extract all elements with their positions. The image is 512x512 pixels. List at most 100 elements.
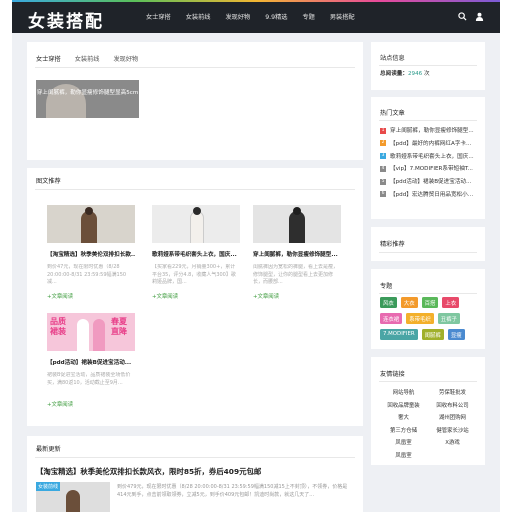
post-title[interactable]: 【pdd活动】裙装B促进宝活动... [47,358,135,366]
rank-badge: 4 [380,165,386,172]
read-more-link[interactable]: +文章阅读 [47,292,135,300]
rank-badge: 1 [380,127,386,134]
hot-articles-card: 热门文章 1 穿上闺腻裤，勒你显瘦修饰腿型... 2 【pdd】最好的内裤网红A字卡… [371,97,485,219]
rank-badge: 6 [380,191,386,198]
friend-link[interactable]: 劳保鞋批发 [428,388,477,396]
topic-tags: 风衣 大衣 百搭 上衣 连衣裙 系带毛织 丑裤子 7.MODIFIER 闺腻裤 … [380,297,479,345]
rank-badge: 5 [380,178,386,185]
post-card[interactable]: 【淘宝精选】秋季美伦双排扣长款... 到价47元，现在限时优惠（8/28 20:… [47,205,135,300]
topic-tag[interactable]: 7.MODIFIER [380,329,418,340]
post-excerpt: 【买家看229元，月销量300+，累计平台35，评分4.8，收藏人气300】歌莉… [152,264,236,285]
friend-link[interactable]: 奢大 [379,413,428,421]
section-title: 图文推荐 [36,178,61,185]
hot-article-item[interactable]: 6 【pdd】宏达腾贸日用品宽松小... [380,189,476,202]
friend-links: 网站导航 劳保鞋批发 回收品牌童装 回收布料公司 奢大 湖州团购网 第三方仓储 … [379,388,477,459]
topic-tag[interactable]: 百搭 [421,297,439,308]
category-tabs-card: 女士穿搭 女装前线 发现好物 穿上闺腻裤，勒你显瘦修饰腿型显高5cm [27,42,363,160]
hot-article-item[interactable]: 2 【pdd】最好的内裤网红A字卡... [380,138,476,151]
read-more-link[interactable]: +文章阅读 [253,292,341,300]
topic-tag[interactable]: 大衣 [400,297,418,308]
post-image [253,205,341,243]
nav-item-mens-outfits[interactable]: 男装搭配 [330,12,355,21]
hot-article-item[interactable]: 3 歌莉娅系带毛织套头上衣，国庆... [380,151,476,164]
section-title: 精彩推荐 [380,241,405,248]
post-title[interactable]: 穿上闺腻裤，勒你显瘦修饰腿型... [253,250,341,258]
topics-card: 专题 风衣 大衣 百搭 上衣 连衣裙 系带毛织 丑裤子 7.MODIFIER 闺… [371,269,485,349]
section-title: 专题 [380,283,393,290]
topic-tag[interactable]: 风衣 [380,297,397,308]
divider [35,67,355,68]
nav-item-deals[interactable]: 9.9精选 [265,12,287,21]
post-excerpt: 闺腻裤因为宽松的裤腿，看上去是瘦，修饰腿型，让你的腿型看上去更加修长，而腰部..… [253,264,339,285]
latest-thumbnail[interactable]: 女装前线 [36,482,110,512]
nav-item-womens-front[interactable]: 女装前线 [186,12,211,21]
post-title[interactable]: 歌莉娅系带毛织套头上衣，国庆... [152,250,240,258]
topic-tag[interactable]: 连衣裙 [380,313,403,324]
page: 女装搭配 女士穿搭 女装前线 发现好物 9.9精选 专题 男装搭配 女士穿搭 女… [12,0,500,512]
divider [379,381,477,382]
friend-link[interactable]: 湖州团购网 [428,413,477,421]
section-title: 站点信息 [380,55,405,62]
hot-article-item[interactable]: 4 【vip】7.MODIFIER系带短袖T... [380,163,476,176]
tab-discover[interactable]: 发现好物 [114,54,139,68]
topic-tag[interactable]: 闺腻裤 [421,329,444,340]
divider [35,457,355,458]
tab-womens-front[interactable]: 女装前线 [75,54,100,68]
site-logo[interactable]: 女装搭配 [28,7,104,32]
tab-womens-outfits[interactable]: 女士穿搭 [36,54,61,68]
read-more-link[interactable]: +文章阅读 [152,292,240,300]
post-title[interactable]: 【淘宝精选】秋季美伦双排扣长款... [47,250,135,258]
read-count: 总阅读量：2946 次 [380,71,430,77]
search-icon[interactable] [458,12,467,21]
latest-updates-card: 最新更新 【淘宝精选】秋季美伦双排扣长款风衣，限时85折，券后409元包邮 女装… [27,436,363,512]
tab-slide-thumbnail[interactable]: 穿上闺腻裤，勒你显瘦修饰腿型显高5cm [36,80,139,118]
promo-banner-image: 品质 裙装 春夏 直降 [47,313,135,351]
hot-article-item[interactable]: 5 【pdd活动】裙装B促进宝活动... [380,176,476,189]
nav-item-topics[interactable]: 专题 [302,12,314,21]
post-excerpt: 到价47元，现在限时优惠（8/28 20:00:00-8/31 23:59:59… [47,264,127,285]
topic-tag[interactable]: 系带毛织 [406,313,434,324]
post-image [47,205,135,243]
nav-item-womens-outfits[interactable]: 女士穿搭 [146,12,171,21]
top-navbar: 女装搭配 女士穿搭 女装前线 发现好物 9.9精选 专题 男装搭配 [12,0,500,33]
section-title: 热门文章 [380,110,405,117]
post-card[interactable]: 品质 裙装 春夏 直降 【pdd活动】裙装B促进宝活动... 裙装B促进宝活动，品质… [47,313,135,408]
friend-links-card: 友情链接 网站导航 劳保鞋批发 回收品牌童装 回收布料公司 奢大 湖州团购网 第… [371,357,485,465]
section-title: 最新更新 [36,446,61,453]
latest-headline[interactable]: 【淘宝精选】秋季美伦双排扣长款风衣，限时85折，券后409元包邮 [36,466,261,477]
slide-caption: 穿上闺腻裤，勒你显瘦修饰腿型显高5cm [36,90,139,96]
friend-link[interactable]: 健管家长沙站 [428,426,477,434]
divider [379,293,477,294]
rank-badge: 3 [380,153,386,160]
read-more-link[interactable]: +文章阅读 [47,400,135,408]
section-title: 友情链接 [380,371,405,378]
hot-article-list: 1 穿上闺腻裤，勒你显瘦修饰腿型... 2 【pdd】最好的内裤网红A字卡... 3… [380,125,476,202]
divider [379,252,477,253]
user-icon[interactable] [475,12,484,21]
main-nav: 女士穿搭 女装前线 发现好物 9.9精选 专题 男装搭配 [146,12,370,21]
post-image [152,205,240,243]
category-tabs: 女士穿搭 女装前线 发现好物 [36,54,152,68]
divider [379,120,477,121]
nav-item-discover[interactable]: 发现好物 [226,12,251,21]
friend-link[interactable]: 凤凰室 [379,451,428,459]
post-excerpt: 裙装B促进宝活动，品质裙装全场低价买，满80返10，活动截止至9月... [47,372,131,386]
latest-excerpt: 到价479元，现在限时优惠（8/28 20:00:00-8/31 23:59:5… [117,484,348,498]
post-card[interactable]: 穿上闺腻裤，勒你显瘦修饰腿型... 闺腻裤因为宽松的裤腿，看上去是瘦，修饰腿型，… [253,205,341,300]
post-card[interactable]: 歌莉娅系带毛织套头上衣，国庆... 【买家看229元，月销量300+，累计平台3… [152,205,240,300]
friend-link[interactable]: X游戏 [428,438,477,446]
site-info-card: 站点信息 总阅读量：2946 次 [371,42,485,90]
hot-article-item[interactable]: 1 穿上闺腻裤，勒你显瘦修饰腿型... [380,125,476,138]
topic-tag[interactable]: 显瘦 [447,329,465,340]
promo-text-left: 品质 裙装 [50,317,66,336]
rank-badge: 2 [380,140,386,147]
friend-link[interactable]: 第三方仓储 [379,426,428,434]
topic-tag[interactable]: 上衣 [442,297,460,308]
friend-link[interactable]: 网站导航 [379,388,428,396]
divider [379,65,477,66]
friend-link[interactable]: 凤凰室 [379,438,428,446]
topic-tag[interactable]: 丑裤子 [437,313,460,324]
friend-link[interactable]: 回收布料公司 [428,401,477,409]
friend-link[interactable]: 回收品牌童装 [379,401,428,409]
featured-card: 精彩推荐 [371,227,485,261]
